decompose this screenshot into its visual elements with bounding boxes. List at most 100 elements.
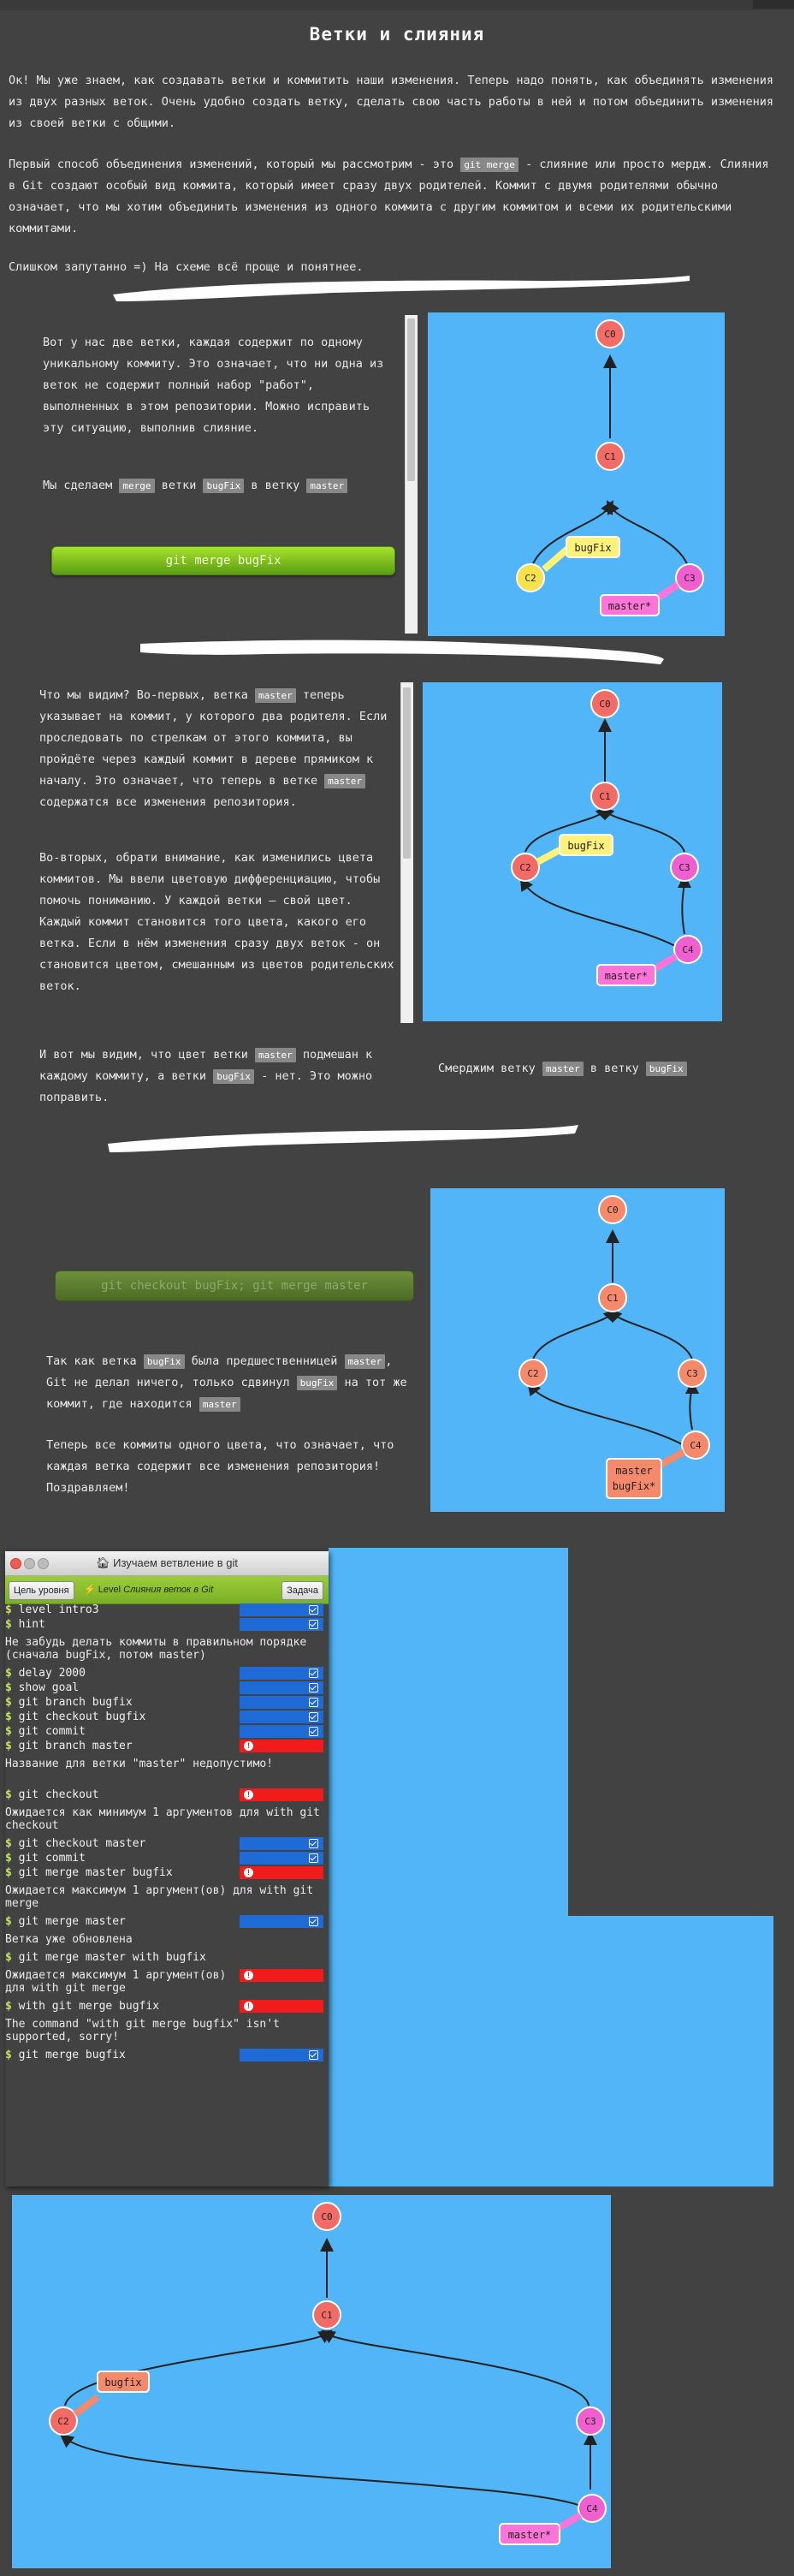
terminal-message: The command "with git merge bugfix" isn'… xyxy=(5,2018,280,2044)
svg-text:C2: C2 xyxy=(527,1368,538,1379)
terminal-message: Ветка уже обновлена xyxy=(5,1933,133,1946)
git-checkout-merge-button[interactable]: git checkout bugFix; git merge master xyxy=(55,1270,414,1301)
svg-text:C1: C1 xyxy=(599,791,610,802)
svg-text:master*: master* xyxy=(608,600,652,612)
terminal-command-row: $ git branch master! xyxy=(5,1740,329,1752)
prompt-symbol: $ xyxy=(5,2000,19,2013)
section2-paragraph-1: Что мы видим? Во-первых, ветка master те… xyxy=(39,688,388,809)
terminal-command-row: $ git branch bugfix xyxy=(5,1696,329,1709)
terminal-message: Ожидается максимум 1 аргумент(ов) для wi… xyxy=(5,1969,227,1995)
command-success-bar xyxy=(240,1603,323,1616)
svg-text:C1: C1 xyxy=(321,2310,332,2321)
svg-text:C1: C1 xyxy=(607,1293,618,1304)
checkbox-icon xyxy=(309,2050,318,2060)
checkbox-icon xyxy=(309,1698,318,1707)
terminal-command-row: $ git checkout! xyxy=(5,1788,329,1801)
command-success-bar xyxy=(240,1725,323,1738)
lightning-icon: ⚡ xyxy=(84,1585,96,1595)
command-success-bar xyxy=(240,1696,323,1709)
terminal-command-row: $ show goal xyxy=(5,1681,329,1694)
checkbox-icon xyxy=(309,1917,318,1926)
terminal-command-row: $ git commit xyxy=(5,1852,329,1865)
intro-paragraph: Ок! Мы уже знаем, как создавать ветки и … xyxy=(9,74,774,130)
graph-2: C0 C1 C2 C3 C4 bugFix master* xyxy=(511,689,702,986)
command-success-bar xyxy=(240,1915,323,1928)
command-text: git commit xyxy=(18,1725,86,1738)
command-text: git checkout master xyxy=(18,1837,146,1850)
error-icon: ! xyxy=(244,1790,253,1800)
goal-button[interactable]: Цель уровня xyxy=(9,1581,74,1600)
checkbox-icon xyxy=(309,1853,318,1863)
git-merge-bugfix-button[interactable]: git merge bugFix xyxy=(51,546,395,575)
command-text: git branch bugfix xyxy=(18,1696,133,1709)
task-button[interactable]: Задача xyxy=(281,1581,323,1600)
command-success-bar xyxy=(240,1618,323,1631)
section1-scrollbar[interactable] xyxy=(405,315,418,634)
section1-merge-line: Мы сделаем merge ветки bugFix в ветку ma… xyxy=(43,475,402,497)
checkbox-icon xyxy=(309,1605,318,1615)
error-icon: ! xyxy=(244,2002,253,2011)
command-text: delay 2000 xyxy=(18,1667,86,1680)
graph-3: C0 C1 C2 C3 C4 master bugFix* xyxy=(518,1195,710,1499)
prompt-symbol: $ xyxy=(5,1681,19,1694)
terminal-command-row: $ git merge master xyxy=(5,1915,329,1928)
prompt-symbol: $ xyxy=(5,1837,19,1850)
svg-text:C0: C0 xyxy=(604,329,615,340)
prompt-symbol: $ xyxy=(5,1852,19,1865)
command-text: hint xyxy=(18,1618,45,1631)
section3-paragraph-1: Так как ветка bugFix была предшественниц… xyxy=(46,1354,407,1412)
level-toolbar: Цель уровня ⚡ Level Слияния веток в Git … xyxy=(5,1576,329,1604)
brush-stroke-divider xyxy=(113,276,690,301)
command-text: git merge master xyxy=(18,1915,126,1928)
prompt-symbol: $ xyxy=(5,1696,19,1709)
checkbox-icon xyxy=(309,1727,318,1736)
command-success-bar xyxy=(240,1710,323,1723)
command-text: git merge master with bugfix xyxy=(18,1951,206,1964)
level-label: ⚡ Level Слияния веток в Git xyxy=(84,1585,214,1595)
graph-panel-1: C0 C1 C2 C3 bugFix master* xyxy=(428,312,725,636)
terminal-command-row: $ hint xyxy=(5,1618,329,1631)
svg-text:bugfix: bugfix xyxy=(104,2377,141,2389)
section2-paragraph-3: И вот мы видим, что цвет ветки master по… xyxy=(39,1048,373,1104)
section1-text: Вот у нас две ветки, каждая содержит по … xyxy=(43,336,384,435)
terminal-command-row: $ git checkout master xyxy=(5,1837,329,1850)
error-icon: ! xyxy=(244,1868,253,1877)
svg-text:C1: C1 xyxy=(604,451,615,462)
svg-text:C0: C0 xyxy=(607,1205,618,1216)
prompt-symbol: $ xyxy=(5,2049,19,2061)
svg-text:C4: C4 xyxy=(690,1440,702,1451)
command-error-bar: ! xyxy=(240,2000,323,2013)
terminal-command-row: $ git merge master bugfix! xyxy=(5,1866,329,1879)
graph-panel-2: C0 C1 C2 C3 C4 bugFix master* xyxy=(423,682,722,1021)
svg-text:C2: C2 xyxy=(519,862,530,873)
graph-4: C0 C1 C2 C3 C4 bugfix master* xyxy=(49,2202,607,2545)
section2-scrollbar[interactable] xyxy=(400,682,413,1023)
prompt-symbol: $ xyxy=(5,1725,19,1738)
prompt-symbol: $ xyxy=(5,1667,19,1680)
checkbox-icon xyxy=(309,1669,318,1678)
merge-explanation: Первый способ объединения изменений, кот… xyxy=(9,158,769,235)
code-git-merge: git merge xyxy=(460,158,518,172)
terminal-command-row: $ with git merge bugfix! xyxy=(5,2000,329,2013)
command-error-bar: ! xyxy=(240,1969,323,1982)
brush-stroke-divider xyxy=(108,1125,578,1152)
prompt-symbol: $ xyxy=(5,1618,19,1631)
section2-side-note: Смерджим ветку master в ветку bugFix xyxy=(438,1058,746,1080)
terminal-message: Не забудь делать коммиты в правильном по… xyxy=(5,1636,307,1662)
prompt-symbol: $ xyxy=(5,1603,19,1616)
graph-1: C0 C1 C2 C3 bugFix master* xyxy=(516,319,704,616)
section2-paragraph-2: Во-вторых, обрати внимание, как изменили… xyxy=(39,851,394,993)
terminal-command-row: $ git commit xyxy=(5,1725,329,1738)
terminal-command-row: $ git merge master with bugfix xyxy=(5,1951,329,1964)
svg-text:C3: C3 xyxy=(584,2416,596,2427)
home-icon: 🏠︎ xyxy=(95,1556,110,1569)
svg-text:C3: C3 xyxy=(678,862,690,873)
prompt-symbol: $ xyxy=(5,1710,19,1723)
prompt-symbol: $ xyxy=(5,1740,19,1752)
terminal-message: Ожидается максимум 1 аргумент(ов) для wi… xyxy=(5,1884,314,1910)
svg-text:C0: C0 xyxy=(321,2211,332,2222)
terminal-command-row: $ delay 2000 xyxy=(5,1667,329,1680)
svg-text:master: master xyxy=(615,1465,652,1477)
prompt-symbol: $ xyxy=(5,1951,19,1964)
command-error-bar: ! xyxy=(240,1740,323,1752)
